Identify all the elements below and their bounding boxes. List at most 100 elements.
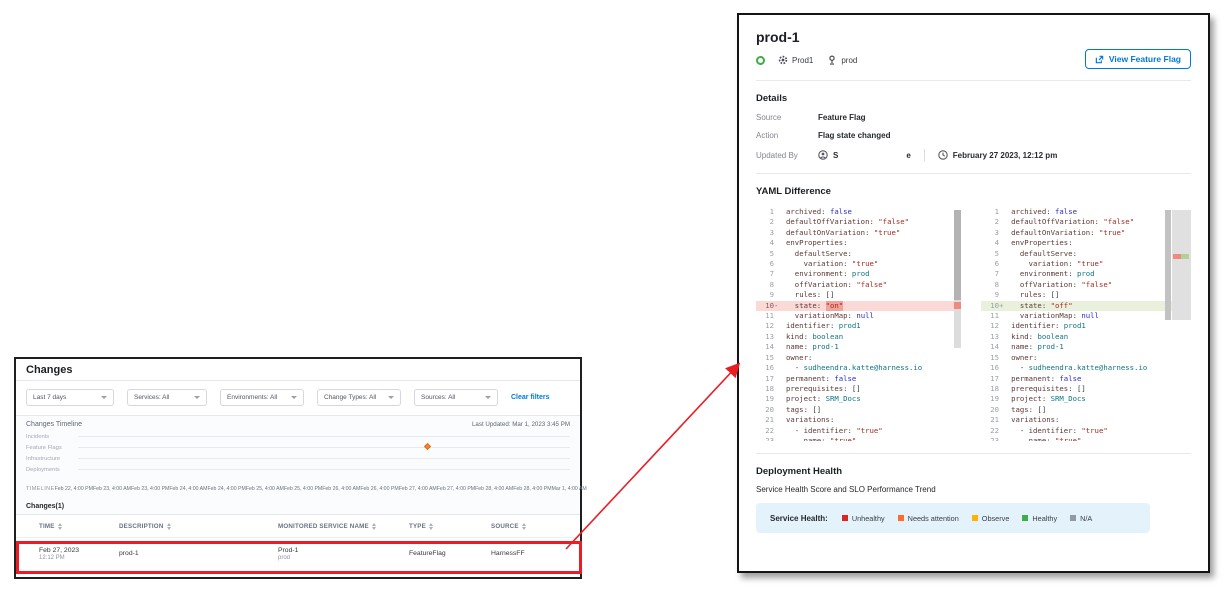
code-token: sudheendra.katte@harness.io bbox=[1029, 363, 1148, 373]
sort-icon[interactable] bbox=[58, 523, 62, 530]
code-token: name bbox=[804, 436, 822, 441]
line-number: 3 bbox=[756, 228, 774, 238]
changes-count-label: Changes(1) bbox=[16, 497, 580, 514]
code-token: : bbox=[848, 280, 857, 290]
code-token: sudheendra.katte@harness.io bbox=[804, 363, 923, 373]
line-number: 12 bbox=[981, 321, 999, 331]
code-token: offVariation bbox=[795, 280, 848, 290]
column-header-source[interactable]: SOURCE bbox=[491, 523, 570, 530]
line-number: 17 bbox=[756, 374, 774, 384]
line-number: 5 bbox=[756, 249, 774, 259]
yaml-diff-editor-after[interactable]: 1archived: false2defaultOffVariation: "f… bbox=[981, 207, 1191, 441]
code-token: boolean bbox=[1037, 332, 1068, 342]
code-token: variation bbox=[1029, 259, 1069, 269]
line-number: 2 bbox=[756, 217, 774, 227]
line-number: 23 bbox=[981, 436, 999, 441]
sort-icon[interactable] bbox=[167, 523, 171, 530]
detail-title: prod-1 bbox=[756, 29, 1191, 45]
code-token: "true" bbox=[874, 228, 900, 238]
column-header-time[interactable]: TIME bbox=[39, 523, 119, 530]
code-token: : bbox=[826, 374, 835, 384]
code-token bbox=[1011, 311, 1020, 321]
yaml-diff-editor-before[interactable]: 1archived: false2defaultOffVariation: "f… bbox=[756, 207, 961, 441]
column-header-monitored-service-name[interactable]: MONITORED SERVICE NAME bbox=[278, 523, 409, 530]
code-token: : bbox=[817, 301, 826, 311]
code-token: variationMap bbox=[795, 311, 848, 321]
code-token: SRM_Docs bbox=[826, 394, 861, 404]
code-token: project bbox=[786, 394, 817, 404]
line-number: 4 bbox=[981, 238, 999, 248]
filter-select[interactable]: Sources: All bbox=[414, 389, 498, 406]
code-line: 8 offVariation: "false" bbox=[981, 280, 1191, 290]
code-line: 9 rules: [] bbox=[981, 290, 1191, 300]
code-line: 9 rules: [] bbox=[756, 290, 961, 300]
code-line: 10- state: "on" bbox=[756, 301, 961, 311]
timeline-track-line bbox=[78, 458, 570, 459]
code-token: - bbox=[786, 363, 804, 373]
code-token: : bbox=[1046, 207, 1055, 217]
clear-filters-link[interactable]: Clear filters bbox=[511, 394, 550, 401]
cell-monitored-service: Prod-1prod bbox=[278, 547, 409, 561]
code-token: false bbox=[830, 207, 852, 217]
code-line: 17permanent: false bbox=[981, 374, 1191, 384]
filter-select-label: Services: All bbox=[134, 394, 169, 401]
line-number: 19 bbox=[756, 394, 774, 404]
user-icon bbox=[818, 150, 828, 160]
code-token bbox=[1011, 301, 1020, 311]
table-row[interactable]: Feb 27, 202312:12 PMprod-1Prod-1prodFeat… bbox=[16, 538, 580, 569]
timeline-track-label: Feature Flags bbox=[26, 445, 78, 451]
timeline-date: Feb 26, 4:00 AM bbox=[322, 486, 360, 492]
code-token: false bbox=[1055, 207, 1077, 217]
scrollbar[interactable] bbox=[1165, 210, 1171, 320]
cell-time: Feb 27, 202312:12 PM bbox=[39, 547, 119, 561]
filter-select[interactable]: Services: All bbox=[127, 389, 207, 406]
code-token: environment bbox=[1020, 269, 1068, 279]
filter-bar: Last 7 days Services: All Environments: Al… bbox=[16, 381, 580, 416]
environment-label: prod bbox=[841, 56, 857, 65]
diff-added-marker bbox=[1181, 254, 1189, 259]
code-token: : bbox=[1090, 228, 1099, 238]
filter-select-label: Sources: All bbox=[421, 394, 455, 401]
timeline-date: Feb 24, 4:00 PM bbox=[207, 486, 245, 492]
filter-select[interactable]: Last 7 days bbox=[26, 389, 114, 406]
column-header-description[interactable]: DESCRIPTION bbox=[119, 523, 278, 530]
code-token: defaultOffVariation bbox=[1011, 217, 1094, 227]
code-token: : bbox=[1033, 353, 1037, 363]
code-token bbox=[786, 301, 795, 311]
code-token: : bbox=[1051, 374, 1060, 384]
code-line: 8 offVariation: "false" bbox=[756, 280, 961, 290]
code-token: tags bbox=[1011, 405, 1029, 415]
code-token: owner bbox=[1011, 353, 1033, 363]
sort-icon[interactable] bbox=[372, 523, 376, 530]
changes-table: TIMEDESCRIPTIONMONITORED SERVICE NAMETYP… bbox=[16, 514, 580, 569]
code-token: "true" bbox=[1099, 228, 1125, 238]
code-token: : [] bbox=[1068, 384, 1086, 394]
line-number: 18 bbox=[981, 384, 999, 394]
scrollbar[interactable] bbox=[954, 210, 961, 348]
code-token: : bbox=[848, 249, 852, 259]
code-line: 18prerequisites: [] bbox=[756, 384, 961, 394]
column-header-type[interactable]: TYPE bbox=[409, 523, 491, 530]
timeline-date: Feb 27, 4:00 AM bbox=[399, 486, 437, 492]
source-label: Source bbox=[756, 113, 818, 122]
external-link-icon bbox=[1095, 55, 1104, 64]
flag-name-label: Prod1 bbox=[792, 56, 813, 65]
diff-removed-marker bbox=[954, 302, 961, 309]
code-token: : bbox=[1029, 342, 1038, 352]
changes-panel: Changes Last 7 daysServices: AllEnvironm… bbox=[14, 357, 582, 579]
filter-select[interactable]: Environments: All bbox=[220, 389, 304, 406]
view-feature-flag-button[interactable]: View Feature Flag bbox=[1085, 49, 1191, 69]
timeline-track-row: Incidents bbox=[26, 431, 570, 442]
filter-select[interactable]: Change Types: All bbox=[317, 389, 401, 406]
change-event-marker[interactable] bbox=[424, 443, 431, 450]
code-line: 11 variationMap: null bbox=[756, 311, 961, 321]
line-number: 1 bbox=[756, 207, 774, 217]
code-token: prod bbox=[1077, 269, 1095, 279]
sort-icon[interactable] bbox=[429, 523, 433, 530]
sort-icon[interactable] bbox=[522, 523, 526, 530]
code-line: 4envProperties: bbox=[981, 238, 1191, 248]
code-line: 16 - sudheendra.katte@harness.io bbox=[981, 363, 1191, 373]
code-token: project bbox=[1011, 394, 1042, 404]
code-token: identifier bbox=[1011, 321, 1055, 331]
code-token: prerequisites bbox=[786, 384, 843, 394]
